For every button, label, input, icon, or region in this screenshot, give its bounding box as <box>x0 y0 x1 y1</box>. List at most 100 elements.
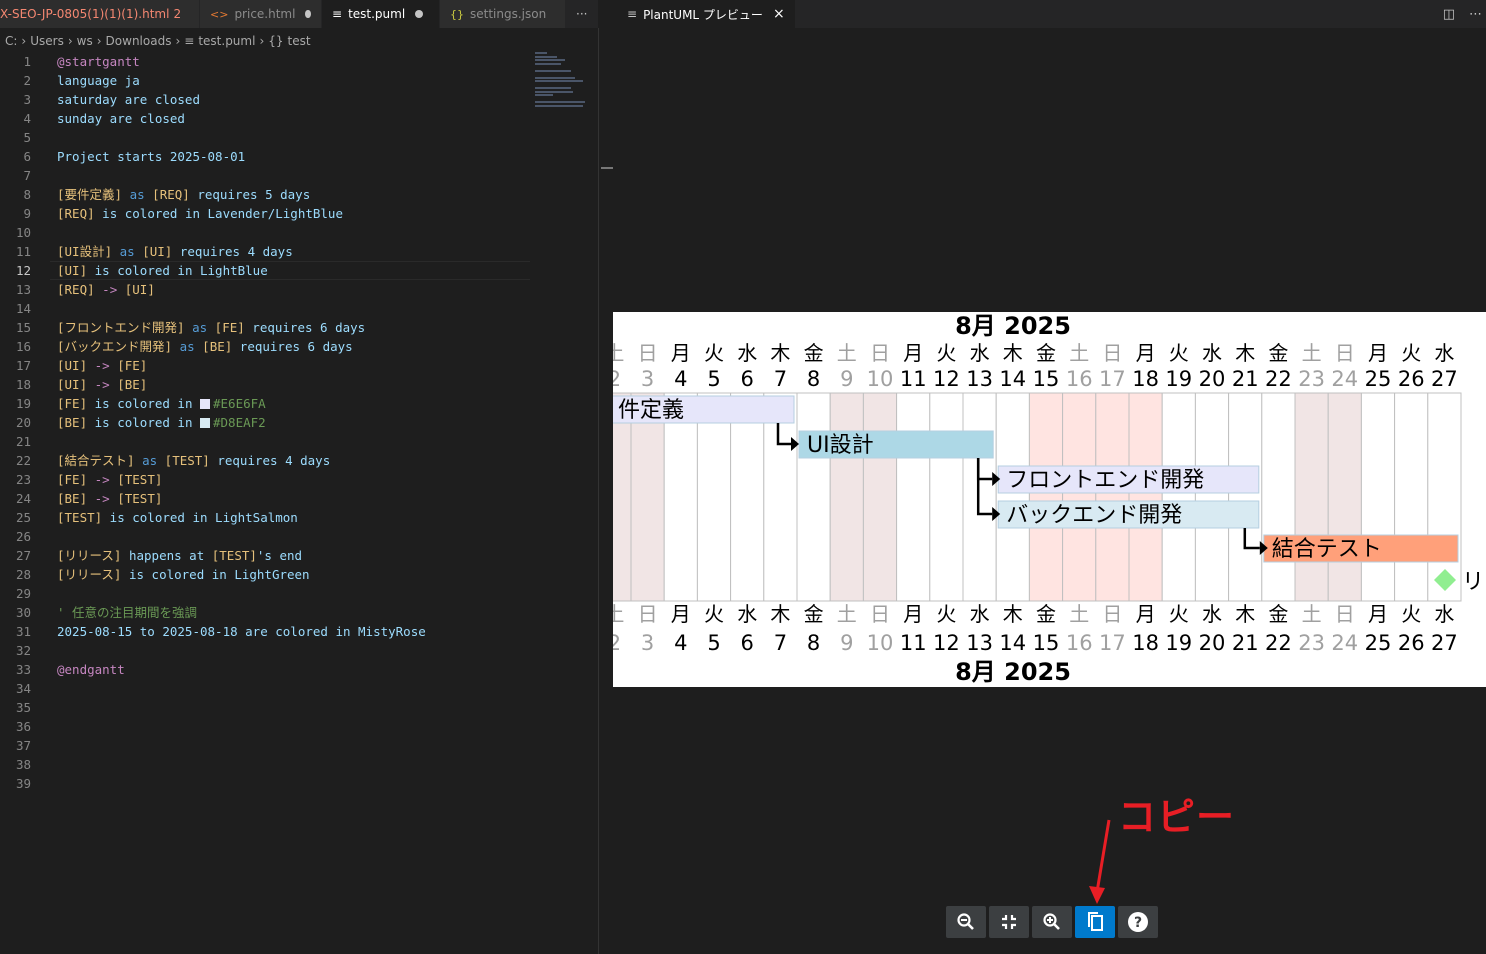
breadcrumb-item[interactable]: Downloads <box>106 34 172 48</box>
gantt-weekday-label: 木 <box>770 602 790 626</box>
breadcrumb-item[interactable]: Users <box>30 34 64 48</box>
code-token: as <box>184 320 215 335</box>
gantt-day-column <box>1228 392 1263 602</box>
code-token: [リリース] <box>57 567 122 582</box>
gantt-day-label: 7 <box>774 367 787 391</box>
gantt-weekday-label: 水 <box>1434 341 1454 365</box>
zoom-out-button[interactable] <box>946 906 986 938</box>
gantt-weekday-label: 金 <box>804 341 824 365</box>
code-token: as <box>172 339 203 354</box>
gantt-month-label: 8月 2025 <box>955 312 1071 340</box>
gantt-weekday-label: 土 <box>1069 602 1089 626</box>
code-token: [要件定義] <box>57 187 123 202</box>
code-token: @endgantt <box>57 662 125 677</box>
gantt-day-column <box>1161 392 1196 602</box>
gantt-weekday-label: 金 <box>1036 341 1056 365</box>
code-token: [TEST] <box>57 510 103 525</box>
gantt-day-label: 22 <box>1265 631 1292 655</box>
code-token: [UI] <box>142 244 173 259</box>
help-button[interactable]: ? <box>1118 906 1158 938</box>
gantt-day-column <box>663 392 698 602</box>
close-icon[interactable]: × <box>773 6 785 22</box>
breadcrumb-item[interactable]: test <box>288 34 311 48</box>
code-editor[interactable]: 1 @startgantt 2 language ja 3 saturday are … <box>0 52 598 954</box>
code-token: as <box>122 187 153 202</box>
code-token: 's end <box>256 548 303 563</box>
copy-button[interactable] <box>1075 906 1115 938</box>
gantt-task-label: フロントエンド開発 <box>1006 468 1204 493</box>
gantt-weekday-label: 土 <box>1302 341 1322 365</box>
code-token: [TEST] <box>117 491 163 506</box>
html-file-icon: <> <box>210 7 229 21</box>
gantt-day-label: 27 <box>1431 631 1458 655</box>
copy-icon <box>1088 912 1103 931</box>
gantt-day-label: 16 <box>1066 367 1093 391</box>
tab-settings-json[interactable]: {} settings.json <box>440 0 566 28</box>
code-token: is colored in Lavender/LightBlue <box>94 206 343 221</box>
gantt-day-label: 11 <box>900 367 927 391</box>
more-actions-icon[interactable]: ⋯ <box>1469 7 1482 22</box>
gantt-day-column <box>1394 392 1429 602</box>
gantt-day-label: 2 <box>613 631 621 655</box>
gantt-month-label: 8月 2025 <box>955 658 1071 686</box>
gantt-day-label: 25 <box>1365 631 1392 655</box>
gantt-weekday-label: 土 <box>837 341 857 365</box>
gantt-day-label: 13 <box>966 631 993 655</box>
gantt-day-label: 13 <box>966 367 993 391</box>
code-token: [FE] <box>57 472 88 487</box>
gantt-weekday-label: 水 <box>970 341 990 365</box>
editor-scrollbar[interactable] <box>598 28 613 954</box>
gantt-day-label: 19 <box>1165 367 1192 391</box>
zoom-in-button[interactable] <box>1032 906 1072 938</box>
tab-test-puml[interactable]: ≡ test.puml <box>322 0 440 28</box>
gantt-weekday-label: 土 <box>1069 341 1089 365</box>
gantt-weekday-label: 金 <box>1268 602 1288 626</box>
gantt-day-label: 18 <box>1132 631 1159 655</box>
color-swatch[interactable] <box>200 399 210 409</box>
code-token: [バックエンド開発] <box>57 339 173 354</box>
breadcrumb-item[interactable]: ws <box>77 34 93 48</box>
gantt-day-label: 26 <box>1398 367 1425 391</box>
code-token: requires 5 days <box>189 187 311 202</box>
unsaved-dot-icon[interactable] <box>305 10 311 18</box>
chevron-right-icon: › <box>21 34 27 48</box>
code-token: [REQ] <box>57 282 95 297</box>
chevron-right-icon: › <box>96 34 102 48</box>
gantt-day-column <box>1194 392 1230 602</box>
chevron-right-icon: › <box>259 34 265 48</box>
breadcrumb-item[interactable]: C: <box>5 34 17 48</box>
gantt-day-column <box>1095 392 1130 602</box>
gantt-day-label: 8 <box>807 631 820 655</box>
tab-plantuml-preview[interactable]: ≡ PlantUML プレビュー × <box>613 0 795 28</box>
gantt-day-label: 15 <box>1033 367 1060 391</box>
gantt-day-column <box>1028 392 1064 602</box>
gantt-day-column <box>995 392 1030 602</box>
fit-to-window-button[interactable] <box>989 906 1029 938</box>
breadcrumb-item[interactable]: test.puml <box>198 34 255 48</box>
gantt-task-label: 件定義 <box>618 398 684 423</box>
gantt-day-label: 6 <box>741 367 754 391</box>
split-editor-icon[interactable]: ◫ <box>1443 7 1455 22</box>
code-token: [フロントエンド開発] <box>57 320 185 335</box>
code-token: [TEST] <box>211 548 257 563</box>
gantt-weekday-label: 火 <box>936 602 956 626</box>
gantt-weekday-label: 土 <box>613 602 624 626</box>
tab-price-html[interactable]: <> price.html <box>200 0 322 28</box>
gantt-day-label: 20 <box>1199 367 1226 391</box>
unsaved-dot-icon[interactable] <box>415 10 424 18</box>
gantt-day-label: 9 <box>840 367 853 391</box>
color-swatch[interactable] <box>200 418 210 428</box>
more-actions-button[interactable]: ··· <box>566 0 598 28</box>
gantt-weekday-label: 火 <box>1401 341 1421 365</box>
code-token: requires 6 days <box>232 339 353 354</box>
gantt-day-column <box>613 392 632 602</box>
gantt-task-label: UI設計 <box>807 433 874 458</box>
gantt-day-label: 20 <box>1199 631 1226 655</box>
gantt-weekday-label: 水 <box>1434 602 1454 626</box>
gantt-day-label: 16 <box>1066 631 1093 655</box>
minimap[interactable] <box>535 52 595 122</box>
preview-icon: ≡ <box>627 7 638 21</box>
gantt-svg: 8月 20258月 2025土2土2日3日3月4月4火5火5水6水6木7木7金8… <box>613 312 1484 686</box>
gantt-day-label: 6 <box>741 631 754 655</box>
tab-html-file[interactable]: X-SEO-JP-0805(1)(1)(1).html 2 <box>0 0 200 28</box>
